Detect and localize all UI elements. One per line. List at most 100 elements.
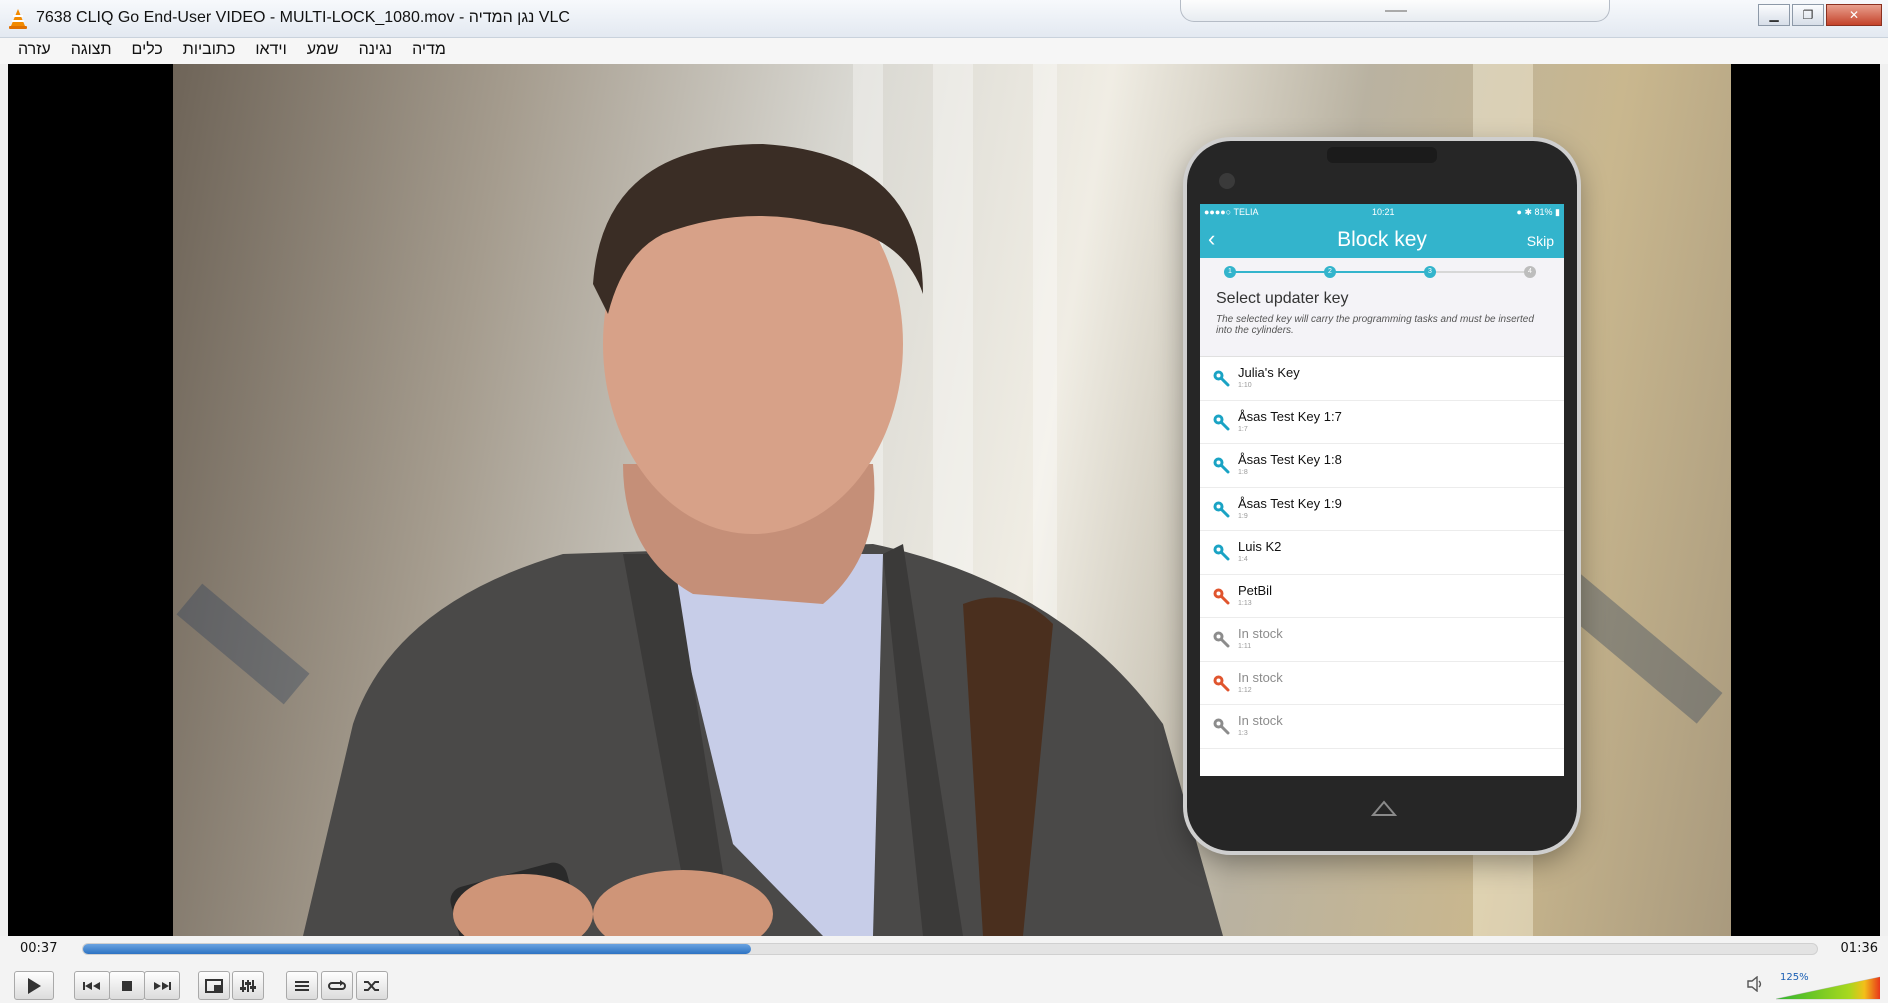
extended-settings-icon	[240, 979, 256, 992]
previous-button[interactable]	[74, 971, 110, 1000]
key-icon	[1213, 370, 1230, 387]
phone-screen: ●●●●○ TELIA 10:21 ● ✱ 81% ▮ ‹ Block key …	[1200, 204, 1564, 776]
key-id: 1:7	[1238, 425, 1248, 433]
key-id: 1:4	[1238, 556, 1248, 563]
key-name: PetBil	[1238, 582, 1272, 598]
fullscreen-button[interactable]	[198, 971, 230, 1000]
person-image	[303, 144, 1223, 936]
app-title: Block key	[1337, 228, 1427, 251]
key-id: 1:10	[1238, 382, 1252, 389]
key-icon	[1213, 457, 1230, 474]
key-name: Åsas Test Key 1:9	[1238, 495, 1342, 511]
key-name: Julia's Key	[1238, 365, 1300, 380]
menu-audio[interactable]: שמע	[307, 41, 339, 59]
stop-icon	[122, 980, 132, 991]
status-carrier: ●●●●○ TELIA	[1204, 207, 1259, 217]
title-drag-handle[interactable]	[1180, 0, 1610, 22]
close-icon: ✕	[1848, 8, 1860, 22]
playlist-icon	[295, 980, 309, 991]
key-list-item: In stock 1:12	[1200, 662, 1564, 705]
step-dot: 4	[1524, 266, 1536, 278]
shuffle-button[interactable]	[356, 971, 388, 1000]
phone-status-bar: ●●●●○ TELIA 10:21 ● ✱ 81% ▮	[1204, 207, 1560, 219]
seek-bar[interactable]	[82, 943, 1818, 955]
previous-icon	[83, 981, 100, 990]
loop-button[interactable]	[321, 971, 353, 1000]
elapsed-time: 00:37	[20, 941, 58, 956]
key-list-item: Julia's Key 1:10	[1200, 357, 1564, 401]
selection-subtitle: The selected key will carry the programm…	[1216, 314, 1534, 336]
key-id: 1:9	[1238, 512, 1248, 520]
key-id: 1:11	[1238, 643, 1252, 650]
extended-settings-button[interactable]	[232, 971, 264, 1000]
key-list-item: Åsas Test Key 1:8 1:8	[1200, 444, 1564, 488]
status-battery: ● ✱ 81% ▮	[1516, 207, 1560, 217]
phone-camera	[1219, 173, 1235, 189]
total-time: 01:36	[1840, 941, 1878, 956]
volume-percent: 125%	[1780, 972, 1809, 983]
next-button[interactable]	[144, 971, 180, 1000]
home-button-icon	[1371, 800, 1397, 816]
key-icon	[1213, 544, 1230, 561]
key-name: In stock	[1238, 626, 1283, 641]
step-dot: 1	[1224, 266, 1236, 278]
key-id: 1:3	[1238, 730, 1248, 737]
key-id: 1:13	[1238, 599, 1252, 607]
key-list: Julia's Key 1:10 Åsas Test Key 1:7 1:7 Åsas …	[1200, 357, 1564, 749]
key-list-item: Luis K2 1:4	[1200, 531, 1564, 575]
speaker-icon[interactable]	[1747, 976, 1765, 992]
phone-speaker	[1327, 147, 1437, 163]
minimize-icon: ▁	[1769, 8, 1779, 22]
key-id: 1:8	[1238, 469, 1248, 476]
selection-heading: Select updater key	[1216, 290, 1349, 307]
minimize-button[interactable]: ▁	[1758, 4, 1790, 26]
key-icon	[1213, 501, 1230, 517]
loop-icon	[328, 979, 346, 990]
key-name: In stock	[1238, 713, 1283, 728]
key-name: In stock	[1238, 669, 1283, 685]
step-dot: 2	[1324, 266, 1336, 278]
next-icon	[154, 981, 171, 990]
player-controls: 00:37 01:36 125%	[0, 936, 1888, 1003]
play-icon	[28, 977, 41, 994]
playlist-button[interactable]	[286, 971, 318, 1000]
play-button[interactable]	[14, 971, 54, 1000]
vlc-cone-icon	[9, 9, 27, 29]
key-list-item: Åsas Test Key 1:7 1:7	[1200, 401, 1564, 444]
shuffle-icon	[364, 980, 379, 991]
video-area[interactable]: ●●●●○ TELIA 10:21 ● ✱ 81% ▮ ‹ Block key …	[8, 64, 1880, 936]
menu-tools[interactable]: כלים	[132, 41, 163, 59]
menu-video[interactable]: וידאו	[255, 41, 286, 59]
close-button[interactable]: ✕	[1826, 4, 1882, 26]
phone-mockup: ●●●●○ TELIA 10:21 ● ✱ 81% ▮ ‹ Block key …	[1187, 141, 1577, 851]
key-icon	[1213, 718, 1230, 735]
step-progress: 1 2 3 4	[1200, 258, 1564, 286]
window-title: 7638 CLIQ Go End-User VIDEO - MULTI-LOCK…	[36, 9, 570, 26]
key-list-item: Åsas Test Key 1:9 1:9	[1200, 488, 1564, 531]
skip-label: Skip	[1526, 233, 1554, 249]
menu-help[interactable]: עזרה	[18, 41, 51, 59]
menu-subtitles[interactable]: כתוביות	[183, 41, 236, 59]
key-list-item: PetBil 1:13	[1200, 575, 1564, 618]
key-id: 1:12	[1238, 686, 1252, 694]
menu-bar: מדיה נגינה שמע וידאו כתוביות כלים תצוגה …	[0, 38, 1888, 64]
menu-playback[interactable]: נגינה	[359, 41, 393, 59]
selection-header: Select updater key The selected key will…	[1200, 286, 1564, 357]
key-icon	[1213, 675, 1230, 691]
menu-view[interactable]: תצוגה	[71, 41, 112, 59]
maximize-icon: ❐	[1802, 8, 1814, 22]
key-icon	[1213, 414, 1230, 430]
seek-progress	[83, 944, 751, 954]
app-header: ●●●●○ TELIA 10:21 ● ✱ 81% ▮ ‹ Block key …	[1200, 204, 1564, 258]
menu-media[interactable]: מדיה	[412, 41, 446, 59]
key-name: Åsas Test Key 1:8	[1238, 452, 1342, 467]
fullscreen-icon	[205, 978, 223, 993]
stop-button[interactable]	[109, 971, 145, 1000]
maximize-button[interactable]: ❐	[1792, 4, 1824, 26]
key-list-item: In stock 1:3	[1200, 705, 1564, 749]
key-icon	[1213, 631, 1230, 648]
key-icon	[1213, 588, 1230, 604]
key-name: Åsas Test Key 1:7	[1238, 408, 1342, 424]
status-time: 10:21	[1372, 207, 1395, 217]
key-name: Luis K2	[1238, 539, 1282, 554]
